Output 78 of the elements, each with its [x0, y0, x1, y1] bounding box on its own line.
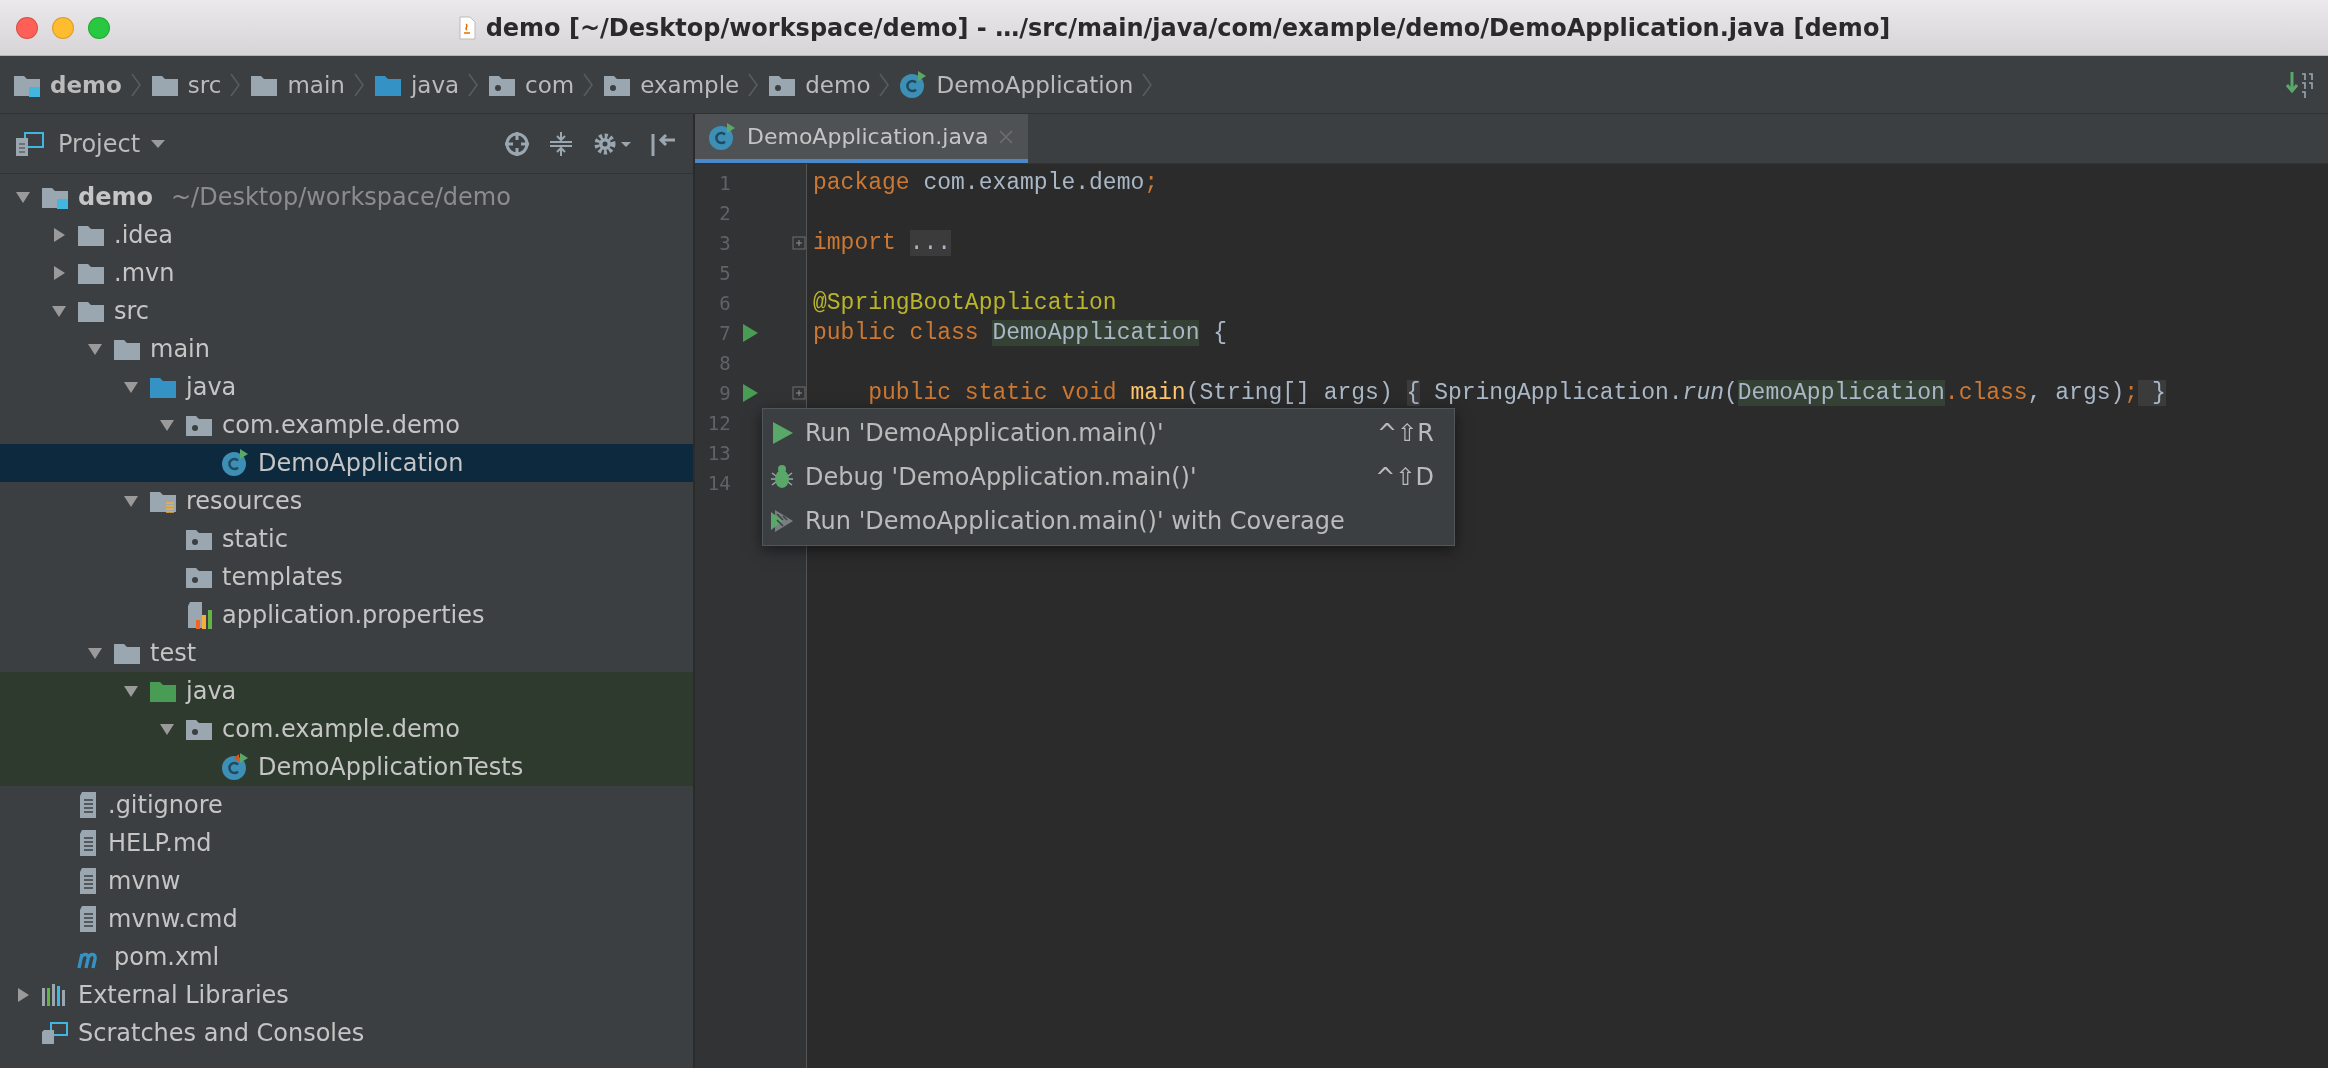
menu-item[interactable]: Run 'DemoApplication.main()' ^⇧R [763, 411, 1454, 455]
close-window-button[interactable] [16, 16, 38, 39]
chevron-icon [1141, 71, 1154, 98]
tree-item[interactable]: src [0, 292, 693, 330]
tree-item[interactable]: .gitignore [0, 786, 693, 824]
chevron-icon [467, 71, 480, 98]
chevron-icon [582, 71, 595, 98]
run-icon[interactable] [741, 323, 760, 343]
code-line: package com.example.demo; [813, 170, 1159, 196]
chevron-icon [747, 71, 760, 98]
tree-item[interactable]: templates [0, 558, 693, 596]
zoom-window-button[interactable] [88, 16, 110, 39]
tree-item[interactable]: java [0, 672, 693, 710]
tree-item[interactable]: mvnw.cmd [0, 900, 693, 938]
chevron-icon [229, 71, 242, 98]
class-icon [220, 752, 250, 782]
tree-item[interactable]: test [0, 634, 693, 672]
expand-arrow-icon[interactable] [15, 987, 31, 1003]
breadcrumb-link[interactable]: demo [12, 71, 122, 98]
tree-item[interactable]: application.properties [0, 596, 693, 634]
breadcrumb-link[interactable]: src [149, 71, 222, 98]
code-line: public class DemoApplication { [813, 320, 1228, 346]
collapse-arrow-icon[interactable] [51, 303, 67, 319]
code-line: import ... [813, 230, 952, 256]
code-line: public static void main(String[] args) { SpringApplication.run(DemoApplication.class, args); } [867, 380, 2166, 406]
collapse-arrow-icon[interactable] [15, 189, 31, 205]
class-icon [707, 121, 737, 152]
fold-icon[interactable] [792, 386, 806, 400]
tree-item[interactable]: com.example.demo [0, 710, 693, 748]
tree-item[interactable]: .mvn [0, 254, 693, 292]
project-icon [14, 129, 46, 158]
breadcrumb-link[interactable]: demo [767, 71, 871, 98]
tree-item[interactable]: .idea [0, 216, 693, 254]
code-line: @SpringBootApplication [813, 290, 1117, 316]
caret-icon [150, 138, 167, 149]
chevron-icon [129, 71, 142, 98]
tree-item[interactable]: static [0, 520, 693, 558]
collapse-arrow-icon[interactable] [123, 379, 139, 395]
tree-item[interactable]: pom.xml [0, 938, 693, 976]
chevron-icon [352, 71, 365, 98]
breadcrumb-link[interactable]: main [249, 71, 345, 98]
breadcrumb-link[interactable]: DemoApplication [898, 69, 1134, 100]
collapse-arrow-icon[interactable] [87, 645, 103, 661]
tree-item[interactable]: demo ~/Desktop/workspace/demo [0, 178, 693, 216]
menu-item[interactable]: Run 'DemoApplication.main()' with Coverage [763, 499, 1454, 543]
java-file-icon [457, 15, 476, 40]
menu-item[interactable]: Debug 'DemoApplication.main()' ^⇧D [763, 455, 1454, 499]
project-view-dropdown[interactable]: Project [58, 129, 167, 158]
editor-tab[interactable]: DemoApplication.java [695, 114, 1029, 163]
scratches-icon [40, 1020, 70, 1046]
collapse-arrow-icon[interactable] [159, 721, 175, 737]
tree-item[interactable]: main [0, 330, 693, 368]
expand-arrow-icon[interactable] [51, 265, 67, 281]
tree-item[interactable]: HELP.md [0, 824, 693, 862]
collapse-arrow-icon[interactable] [87, 341, 103, 357]
tree-item[interactable]: mvnw [0, 862, 693, 900]
collapse-arrow-icon[interactable] [123, 683, 139, 699]
fold-icon[interactable] [792, 236, 806, 250]
sort-icon[interactable] [2286, 69, 2316, 100]
run-icon[interactable] [741, 383, 760, 403]
tree-item[interactable]: resources [0, 482, 693, 520]
window-title: demo [~/Desktop/workspace/demo] - …/src/main/java/com/example/demo/DemoApplication.java [demo] [485, 13, 1891, 42]
breadcrumb-link[interactable]: example [602, 71, 740, 98]
collapse-arrow-icon[interactable] [159, 417, 175, 433]
collapse-arrow-icon[interactable] [123, 493, 139, 509]
tree-item[interactable]: com.example.demo [0, 406, 693, 444]
tree-item[interactable]: DemoApplicationTests [0, 748, 693, 786]
coverage-icon [769, 508, 795, 534]
expand-arrow-icon[interactable] [51, 227, 67, 243]
tree-item[interactable]: External Libraries [0, 976, 693, 1014]
tree-item[interactable]: DemoApplication [0, 444, 693, 482]
breadcrumb-link[interactable]: java [372, 71, 460, 98]
breadcrumb-link[interactable]: com [487, 71, 575, 98]
tree-item[interactable]: java [0, 368, 693, 406]
tree-item[interactable]: Scratches and Consoles [0, 1014, 693, 1052]
chevron-icon [878, 71, 891, 98]
bug-icon [769, 464, 795, 490]
class-icon [220, 448, 250, 478]
